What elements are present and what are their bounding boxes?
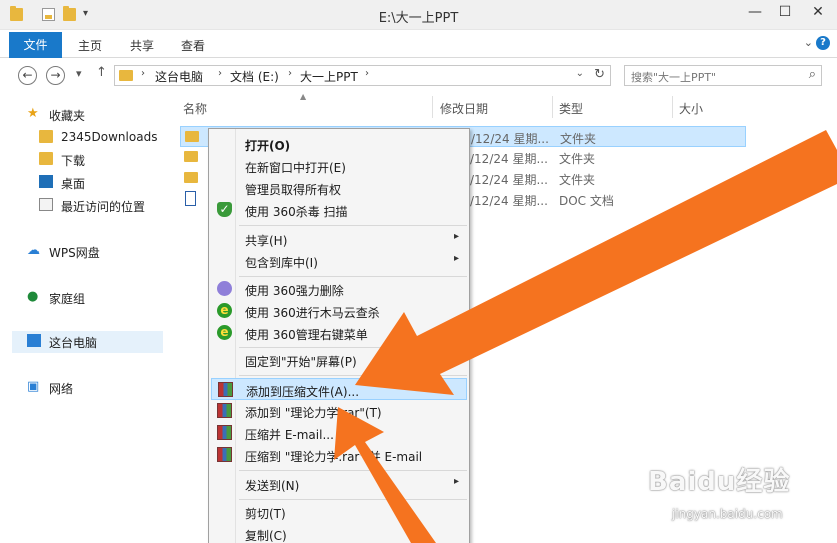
- context-menu: 打开(O) 在新窗口中打开(E) 管理员取得所有权 ✓ 使用 360杀毒 扫描 …: [208, 128, 470, 543]
- tab-home[interactable]: 主页: [78, 37, 102, 54]
- breadcrumb-drive-e[interactable]: 文档 (E:): [230, 68, 279, 85]
- submenu-arrow-icon: ▸: [453, 253, 459, 264]
- homegroup-icon: ●: [27, 289, 39, 304]
- minimize-button[interactable]: —: [740, 0, 770, 26]
- sidebar-item-label: 家庭组: [49, 292, 86, 306]
- doc-icon: [185, 191, 196, 206]
- winrar-icon: [217, 447, 232, 462]
- title-bar: ▾ E:\大一上PPT — ☐ ✕: [0, 0, 837, 30]
- forward-button[interactable]: →: [46, 66, 65, 85]
- sidebar-item-label: 2345Downloads: [61, 130, 158, 144]
- search-input[interactable]: 搜索"大一上PPT": [631, 69, 716, 85]
- winrar-icon: [217, 403, 232, 418]
- sidebar-item-label: 桌面: [61, 177, 86, 191]
- sidebar-item-label: 这台电脑: [49, 336, 98, 350]
- winrar-icon: [218, 382, 233, 397]
- sidebar-item-label: 下载: [61, 154, 86, 168]
- recent-places-icon: [39, 198, 53, 211]
- menu-item-open[interactable]: 打开(O): [211, 133, 467, 155]
- 360-force-delete-icon: [217, 281, 232, 296]
- close-button[interactable]: ✕: [803, 0, 833, 26]
- navigation-pane: ★ 收藏夹 2345Downloads 下载 桌面 最近访问的位置 ☁ WPS网…: [0, 92, 163, 543]
- folder-icon: [39, 130, 53, 143]
- back-button[interactable]: ←: [18, 66, 37, 85]
- menu-item-open-new-window[interactable]: 在新窗口中打开(E): [211, 155, 467, 177]
- menu-item-360-menu-manager[interactable]: e 使用 360管理右键菜单: [211, 322, 467, 344]
- expand-ribbon-icon[interactable]: ⌄: [804, 36, 813, 49]
- sidebar-item-label: 最近访问的位置: [61, 200, 146, 214]
- sidebar-item-network[interactable]: ▣ 网络: [22, 377, 162, 397]
- sidebar-item-label: 收藏夹: [49, 109, 86, 123]
- menu-item-cut[interactable]: 剪切(T): [211, 501, 467, 523]
- help-icon[interactable]: ?: [816, 36, 830, 50]
- baidu-jingyan-watermark: Baidu经验 jingyan.baidu.com: [648, 467, 791, 521]
- menu-item-send-to[interactable]: 发送到(N) ▸: [211, 473, 467, 495]
- 360-menu-manager-icon: e: [217, 325, 232, 340]
- breadcrumb-this-pc[interactable]: 这台电脑: [155, 68, 203, 85]
- refresh-icon[interactable]: ↻: [594, 67, 605, 82]
- search-icon[interactable]: ⌕: [809, 67, 816, 82]
- 360-trojan-scan-icon: e: [217, 303, 232, 318]
- sidebar-item-label: 网络: [49, 382, 74, 396]
- winrar-icon: [217, 425, 232, 440]
- cloud-icon: ☁: [27, 243, 40, 258]
- sidebar-item-label: WPS网盘: [49, 246, 100, 260]
- up-button[interactable]: ↑: [96, 65, 107, 80]
- folder-icon: [184, 151, 198, 162]
- menu-item-360-force-delete[interactable]: 使用 360强力删除: [211, 278, 467, 300]
- sidebar-item-wps-cloud[interactable]: ☁ WPS网盘: [22, 241, 162, 261]
- sidebar-item-favorites[interactable]: ★ 收藏夹: [22, 104, 162, 124]
- menu-item-360-trojan-scan[interactable]: e 使用 360进行木马云查杀: [211, 300, 467, 322]
- menu-item-include-library[interactable]: 包含到库中(I) ▸: [211, 250, 467, 272]
- folder-icon: [119, 70, 133, 81]
- menu-item-pin-to-start[interactable]: 固定到"开始"屏幕(P): [211, 349, 467, 371]
- desktop-icon: [39, 175, 53, 188]
- menu-item-compress-rar-email[interactable]: 压缩到 "理论力学.rar" 并 E-mail: [211, 444, 467, 466]
- sidebar-item-homegroup[interactable]: ● 家庭组: [22, 287, 162, 307]
- navigation-bar: ← → ▾ ↑ › 这台电脑 › 文档 (E:) › 大一上PPT › ⌄ ↻ …: [0, 58, 837, 92]
- ribbon-tabs: 文件 主页 共享 查看 ⌄ ?: [0, 30, 837, 58]
- sidebar-item-this-pc[interactable]: 这台电脑: [12, 331, 163, 353]
- breadcrumb-current-folder[interactable]: 大一上PPT: [300, 68, 358, 85]
- search-box[interactable]: 搜索"大一上PPT" ⌕: [624, 65, 822, 86]
- computer-icon: [27, 334, 41, 347]
- submenu-arrow-icon: ▸: [453, 476, 459, 487]
- menu-item-take-ownership[interactable]: 管理员取得所有权: [211, 177, 467, 199]
- menu-item-copy[interactable]: 复制(C): [211, 523, 467, 543]
- folder-icon: [184, 172, 198, 183]
- menu-item-add-to-rar[interactable]: 添加到 "理论力学.rar"(T): [211, 400, 467, 422]
- menu-item-360-scan[interactable]: ✓ 使用 360杀毒 扫描: [211, 199, 467, 221]
- tab-view[interactable]: 查看: [181, 37, 205, 54]
- sidebar-item-recent-places[interactable]: 最近访问的位置: [34, 195, 174, 215]
- menu-item-compress-email[interactable]: 压缩并 E-mail...: [211, 422, 467, 444]
- sidebar-item-2345downloads[interactable]: 2345Downloads: [34, 127, 174, 147]
- address-dropdown-icon[interactable]: ⌄: [576, 68, 584, 79]
- menu-item-share[interactable]: 共享(H) ▸: [211, 228, 467, 250]
- tab-share[interactable]: 共享: [130, 37, 154, 54]
- maximize-button[interactable]: ☐: [770, 0, 800, 26]
- menu-item-add-to-archive[interactable]: 添加到压缩文件(A)...: [211, 378, 467, 400]
- tab-file[interactable]: 文件: [9, 32, 62, 58]
- submenu-arrow-icon: ▸: [453, 231, 459, 242]
- star-icon: ★: [27, 106, 39, 121]
- sidebar-item-desktop[interactable]: 桌面: [34, 172, 174, 192]
- window-title: E:\大一上PPT: [378, 11, 459, 26]
- network-icon: ▣: [27, 379, 40, 394]
- folder-icon: [185, 131, 199, 142]
- address-bar[interactable]: › 这台电脑 › 文档 (E:) › 大一上PPT › ⌄ ↻: [114, 65, 611, 86]
- recent-locations-icon[interactable]: ▾: [76, 67, 82, 80]
- download-folder-icon: [39, 152, 53, 165]
- sort-ascending-icon: ▲: [300, 92, 307, 101]
- sidebar-item-downloads[interactable]: 下载: [34, 149, 174, 169]
- 360-antivirus-icon: ✓: [217, 202, 232, 217]
